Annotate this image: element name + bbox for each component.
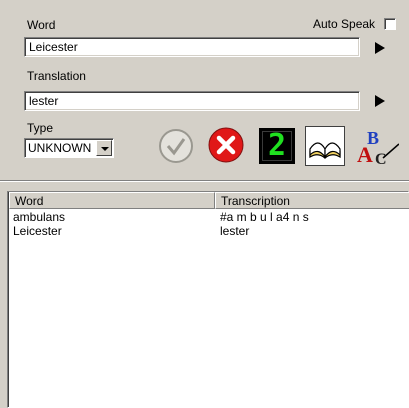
word-list[interactable]: Word Transcription ambulans #a m b u l a…: [7, 191, 409, 408]
translation-input[interactable]: lester: [24, 91, 360, 111]
counter-display-icon[interactable]: 2: [259, 128, 295, 164]
column-header-transcription[interactable]: Transcription: [215, 192, 409, 209]
table-row[interactable]: ambulans #a m b u l a4 n s: [9, 210, 409, 224]
svg-text:A: A: [357, 142, 373, 166]
word-label: Word: [27, 18, 56, 32]
type-label: Type: [27, 121, 54, 135]
spell-check-icon[interactable]: B A C: [355, 124, 400, 168]
row-transcription: lester: [220, 224, 250, 238]
svg-text:C: C: [375, 151, 387, 166]
word-input[interactable]: Leicester: [24, 37, 360, 57]
type-select[interactable]: UNKNOWN: [24, 138, 114, 158]
auto-speak-checkbox[interactable]: [384, 18, 396, 30]
row-transcription: #a m b u l a4 n s: [220, 210, 309, 224]
play-translation-arrow-icon[interactable]: [375, 95, 385, 107]
check-disabled-icon[interactable]: [157, 127, 195, 165]
play-word-arrow-icon[interactable]: [375, 42, 385, 54]
row-word: Leicester: [13, 224, 62, 238]
cancel-icon[interactable]: [207, 126, 245, 164]
table-row[interactable]: Leicester lester: [9, 224, 409, 238]
auto-speak-label: Auto Speak: [313, 17, 376, 31]
counter-value: 2: [267, 128, 287, 163]
type-selected-value: UNKNOWN: [28, 141, 92, 155]
column-header-word[interactable]: Word: [9, 192, 215, 209]
chevron-down-icon[interactable]: [96, 140, 112, 156]
translation-label: Translation: [27, 69, 86, 83]
dictionary-book-icon[interactable]: [305, 126, 345, 166]
row-word: ambulans: [13, 210, 66, 224]
